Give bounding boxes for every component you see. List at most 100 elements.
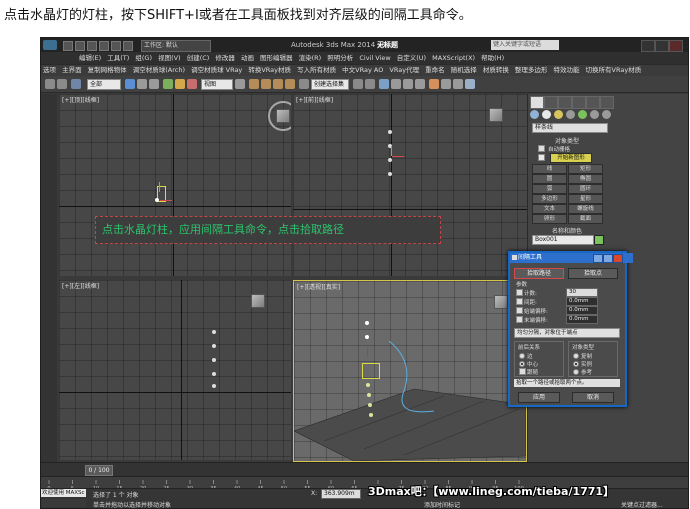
gizmo-x-axis[interactable] — [160, 200, 172, 201]
edges-radio[interactable] — [519, 353, 525, 359]
edit-named-selection-icon[interactable] — [299, 79, 309, 89]
lamp-node[interactable] — [212, 372, 216, 376]
plugin-menu-item[interactable]: 调空材质球 VRay — [189, 66, 244, 74]
menu-edit[interactable]: 编辑(E) — [77, 54, 103, 62]
lamp-node[interactable] — [155, 198, 159, 202]
redo-icon[interactable] — [111, 41, 121, 51]
instance-radio[interactable] — [573, 361, 579, 367]
app-logo-icon[interactable] — [43, 40, 57, 50]
align-icon[interactable] — [365, 79, 375, 89]
select-and-move-icon[interactable] — [163, 79, 173, 89]
lamp-node[interactable] — [365, 335, 369, 339]
systems-icon[interactable] — [602, 110, 611, 119]
gizmo-x-axis[interactable] — [392, 156, 404, 157]
lamp-node[interactable] — [212, 384, 216, 388]
arc-button[interactable]: 弧 — [532, 184, 567, 194]
plugin-menu-item[interactable]: 写入所有材质 — [295, 66, 338, 74]
gizmo-z-axis[interactable] — [367, 347, 368, 357]
menu-graph-editors[interactable]: 图形编辑器 — [258, 54, 295, 62]
start-new-shape-button[interactable]: 开始新图形 — [550, 153, 592, 163]
maximize-icon[interactable] — [655, 40, 669, 52]
plugin-menu-item[interactable]: 转换VRay材质 — [246, 66, 293, 74]
lamp-bead[interactable] — [368, 403, 372, 407]
plugin-menu-item[interactable]: 随机选择 — [449, 66, 479, 74]
close-icon[interactable] — [669, 40, 683, 52]
copy-radio[interactable] — [573, 353, 579, 359]
apply-button[interactable]: 应用 — [518, 392, 560, 403]
render-production-icon[interactable] — [465, 79, 475, 89]
maxscript-listener[interactable]: 欢迎使用 MAXSc — [41, 489, 86, 497]
search-input[interactable]: 键入关键字或短语 — [491, 40, 559, 50]
cancel-button[interactable]: 取消 — [572, 392, 614, 403]
reference-radio[interactable] — [573, 369, 579, 375]
undo-tool-icon[interactable] — [45, 79, 55, 89]
plugin-menu-item[interactable]: VRay代理 — [387, 66, 421, 74]
x-coordinate-field[interactable]: 363.909m — [321, 489, 361, 499]
ellipse-button[interactable]: 椭圆 — [568, 174, 603, 184]
helix-button[interactable]: 螺旋线 — [568, 204, 603, 214]
dialog-close-icon[interactable] — [613, 254, 623, 263]
shapes-icon[interactable] — [542, 110, 551, 119]
viewport-top-label[interactable]: [+][顶][线框] — [62, 95, 99, 104]
lamp-node[interactable] — [365, 321, 369, 325]
project-folder-icon[interactable] — [123, 41, 133, 51]
select-object-icon[interactable] — [125, 79, 135, 89]
viewport-left-label[interactable]: [+][左][线框] — [62, 281, 99, 290]
count-checkbox[interactable] — [516, 289, 523, 296]
plugin-menu-item[interactable]: 中文VRay AO — [340, 66, 385, 74]
start-offset-spinner[interactable]: 0.0mm — [566, 306, 598, 315]
spinner-snap-icon[interactable] — [285, 79, 295, 89]
render-setup-icon[interactable] — [441, 79, 451, 89]
viewport-perspective[interactable]: [+][透视][真实] — [293, 280, 527, 462]
lamp-node[interactable] — [388, 172, 392, 176]
layer-manager-icon[interactable] — [379, 79, 389, 89]
select-by-name-icon[interactable] — [137, 79, 147, 89]
time-slider[interactable]: 0 / 100 — [85, 465, 113, 476]
spacing-spinner[interactable]: 0.0mm — [566, 297, 598, 306]
schematic-view-icon[interactable] — [415, 79, 425, 89]
key-filters-button[interactable]: 关键点过滤器... — [621, 500, 663, 508]
utilities-tab-icon[interactable] — [600, 96, 614, 109]
plugin-menu-item[interactable]: 特效功能 — [551, 66, 581, 74]
autogrid-checkbox[interactable] — [538, 145, 545, 152]
object-type-header[interactable]: 对象类型 — [532, 136, 602, 145]
menu-rendering[interactable]: 渲染(R) — [297, 54, 324, 62]
snap-toggle-icon[interactable] — [249, 79, 259, 89]
end-offset-checkbox[interactable] — [516, 316, 523, 323]
name-color-header[interactable]: 名称和颜色 — [532, 226, 602, 235]
object-name-input[interactable]: Box001 — [532, 235, 594, 245]
create-tab-icon[interactable] — [530, 96, 544, 109]
select-and-scale-icon[interactable] — [187, 79, 197, 89]
new-file-icon[interactable] — [63, 41, 73, 51]
circle-button[interactable]: 圆 — [532, 174, 567, 184]
menu-create[interactable]: 创建(C) — [185, 54, 212, 62]
redo-tool-icon[interactable] — [57, 79, 67, 89]
viewport-left[interactable]: [+][左][线框] — [59, 280, 291, 460]
lamp-node[interactable] — [212, 358, 216, 362]
viewport-front-label[interactable]: [+][前][线框] — [296, 95, 333, 104]
maxscript-listener-output[interactable] — [41, 499, 86, 507]
menu-group[interactable]: 组(G) — [133, 54, 154, 62]
percent-snap-icon[interactable] — [273, 79, 283, 89]
angle-snap-icon[interactable] — [261, 79, 271, 89]
rectangle-button[interactable]: 矩形 — [568, 164, 603, 174]
menu-maxscript[interactable]: MAXScript(X) — [430, 54, 477, 62]
display-tab-icon[interactable] — [586, 96, 600, 109]
menu-customize[interactable]: 自定义(U) — [395, 54, 428, 62]
text-button[interactable]: 文本 — [532, 204, 567, 214]
plugin-menu-item[interactable]: 复制网格物体 — [86, 66, 129, 74]
menu-modifiers[interactable]: 修改器 — [213, 54, 237, 62]
lamp-node[interactable] — [212, 344, 216, 348]
geometry-icon[interactable] — [530, 110, 539, 119]
end-offset-spinner[interactable]: 0.0mm — [566, 315, 598, 324]
plugin-menu-item[interactable]: 切换所有VRay材质 — [584, 66, 644, 74]
pick-points-button[interactable]: 拾取点 — [568, 268, 618, 279]
menu-tools[interactable]: 工具(T) — [105, 54, 131, 62]
viewcube-box[interactable] — [276, 109, 290, 123]
lamp-node[interactable] — [212, 330, 216, 334]
plugin-menu-item[interactable]: 主界面 — [60, 66, 84, 74]
lamp-bead[interactable] — [369, 413, 373, 417]
pivot-center-icon[interactable] — [235, 79, 245, 89]
hierarchy-tab-icon[interactable] — [558, 96, 572, 109]
workspace-dropdown[interactable]: 工作区: 默认 — [141, 40, 211, 52]
